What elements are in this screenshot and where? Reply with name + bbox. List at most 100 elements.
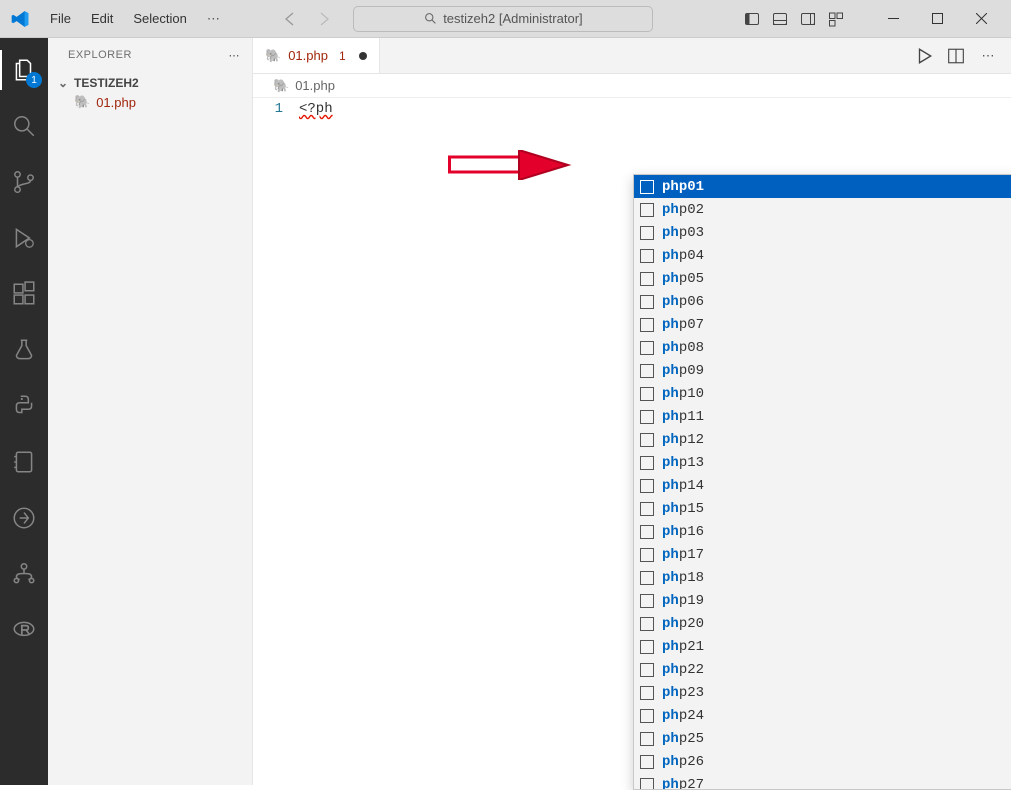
run-button[interactable] <box>913 45 935 67</box>
line-number: 1 <box>253 101 283 117</box>
folder-section-header[interactable]: ⌄ TESTIZEH2 <box>48 74 252 92</box>
suggest-item[interactable]: php02PHP EXAMPLE 2 <box>634 198 1011 221</box>
layout-panel-right-icon[interactable] <box>797 8 819 30</box>
tab-01php[interactable]: 🐘 01.php 1 <box>253 38 380 73</box>
explorer-badge: 1 <box>26 72 42 88</box>
suggest-item[interactable]: php17PHP EXAMPLE 17 <box>634 543 1011 566</box>
window-maximize-button[interactable] <box>915 3 959 35</box>
layout-customize-icon[interactable] <box>825 8 847 30</box>
suggest-item[interactable]: php27PHP EXAMPLE 27 <box>634 773 1011 790</box>
php-file-icon: 🐘 <box>74 94 90 110</box>
line-gutter: 1 <box>253 98 299 785</box>
activity-testing[interactable] <box>0 326 48 374</box>
suggest-item[interactable]: php23PHP EXAMPLE 23 <box>634 681 1011 704</box>
activity-run-debug[interactable] <box>0 214 48 262</box>
tree-icon <box>11 561 37 587</box>
activity-r[interactable] <box>0 606 48 654</box>
suggest-label: php17 <box>662 547 1004 563</box>
activity-source-control[interactable] <box>0 158 48 206</box>
suggest-item[interactable]: php21PHP EXAMPLE 21 <box>634 635 1011 658</box>
menu-overflow-icon[interactable]: ⋯ <box>199 7 228 31</box>
suggest-item[interactable]: php12PHP EXAMPLE 12 <box>634 428 1011 451</box>
menu-selection[interactable]: Selection <box>125 7 194 30</box>
suggest-item[interactable]: php04PHP EXAMPLE 4 <box>634 244 1011 267</box>
search-icon <box>11 113 37 139</box>
snippet-icon <box>640 226 654 240</box>
suggest-label: php12 <box>662 432 1004 448</box>
breadcrumb-file: 01.php <box>295 78 335 93</box>
file-item-01php[interactable]: 🐘 01.php <box>48 92 252 112</box>
suggest-label: php13 <box>662 455 1004 471</box>
activity-extensions[interactable] <box>0 270 48 318</box>
suggest-label: php18 <box>662 570 1004 586</box>
snippet-icon <box>640 479 654 493</box>
nav-back-button[interactable] <box>277 6 303 32</box>
activity-live-share[interactable] <box>0 494 48 542</box>
suggest-item[interactable]: php07PHP EXAMPLE 7 <box>634 313 1011 336</box>
beaker-icon <box>11 337 37 363</box>
snippet-icon <box>640 525 654 539</box>
snippet-icon <box>640 249 654 263</box>
suggest-item[interactable]: php18PHP EXAMPLE 18 <box>634 566 1011 589</box>
suggest-label: php23 <box>662 685 1004 701</box>
snippet-icon <box>640 548 654 562</box>
suggest-label: php15 <box>662 501 1004 517</box>
activity-notebook[interactable] <box>0 438 48 486</box>
snippet-icon <box>640 272 654 286</box>
window-close-button[interactable] <box>959 3 1003 35</box>
sidebar-overflow-icon[interactable]: ⋯ <box>229 49 241 62</box>
snippet-icon <box>640 387 654 401</box>
suggest-item[interactable]: php08PHP EXAMPLE 8 <box>634 336 1011 359</box>
snippet-icon <box>640 732 654 746</box>
suggest-item[interactable]: php06PHP EXAMPLE 6 <box>634 290 1011 313</box>
snippet-icon <box>640 410 654 424</box>
activity-git-graph[interactable] <box>0 550 48 598</box>
snippet-icon <box>640 456 654 470</box>
suggest-item[interactable]: php19PHP EXAMPLE 19 <box>634 589 1011 612</box>
suggest-label: php21 <box>662 639 1004 655</box>
suggest-item[interactable]: php16PHP EXAMPLE 16 <box>634 520 1011 543</box>
menu-edit[interactable]: Edit <box>83 7 121 30</box>
suggest-label: php14 <box>662 478 1004 494</box>
suggest-item[interactable]: php24PHP EXAMPLE 24 <box>634 704 1011 727</box>
activity-search[interactable] <box>0 102 48 150</box>
editor-area: 🐘 01.php 1 ⋯ 🐘 01.php 1 <?ph <box>253 38 1011 785</box>
menu-file[interactable]: File <box>42 7 79 30</box>
suggest-item[interactable]: php20PHP EXAMPLE 20 <box>634 612 1011 635</box>
tab-overflow-icon[interactable]: ⋯ <box>977 45 999 67</box>
play-bug-icon <box>11 225 37 251</box>
activity-explorer[interactable]: 1 <box>0 46 48 94</box>
suggest-label: php09 <box>662 363 1011 379</box>
command-center-search[interactable]: testizeh2 [Administrator] <box>353 6 653 32</box>
php-file-icon: 🐘 <box>273 78 289 94</box>
suggest-item[interactable]: php15PHP EXAMPLE 15 <box>634 497 1011 520</box>
split-editor-button[interactable] <box>945 45 967 67</box>
snippet-icon <box>640 318 654 332</box>
suggest-label: php06 <box>662 294 1011 310</box>
suggest-item[interactable]: php05PHP EXAMPLE 5 <box>634 267 1011 290</box>
suggest-label: php19 <box>662 593 1004 609</box>
snippet-icon <box>640 755 654 769</box>
window-minimize-button[interactable] <box>871 3 915 35</box>
layout-panel-left-icon[interactable] <box>741 8 763 30</box>
suggest-item[interactable]: php10PHP EXAMPLE 10 <box>634 382 1011 405</box>
suggest-item[interactable]: php13PHP EXAMPLE 13 <box>634 451 1011 474</box>
breadcrumb[interactable]: 🐘 01.php <box>253 74 1011 98</box>
suggest-item[interactable]: php03PHP EXAMPLE 3 <box>634 221 1011 244</box>
suggest-item[interactable]: php26PHP EXAMPLE 26 <box>634 750 1011 773</box>
snippet-icon <box>640 203 654 217</box>
suggest-item[interactable]: php14PHP EXAMPLE 14 <box>634 474 1011 497</box>
layout-panel-bottom-icon[interactable] <box>769 8 791 30</box>
suggest-label: php08 <box>662 340 1011 356</box>
suggest-item[interactable]: php11PHP EXAMPLE 11 <box>634 405 1011 428</box>
suggest-label: php02 <box>662 202 1011 218</box>
suggest-item[interactable]: php01PHP EXAMPLE 1 <box>634 175 1011 198</box>
activity-python[interactable] <box>0 382 48 430</box>
suggest-item[interactable]: php22PHP EXAMPLE 22 <box>634 658 1011 681</box>
search-icon <box>424 12 437 25</box>
snippet-icon <box>640 663 654 677</box>
suggest-label: php24 <box>662 708 1004 724</box>
suggest-item[interactable]: php25PHP EXAMPLE 25 <box>634 727 1011 750</box>
suggest-item[interactable]: php09PHP EXAMPLE 9 <box>634 359 1011 382</box>
nav-forward-button[interactable] <box>311 6 337 32</box>
